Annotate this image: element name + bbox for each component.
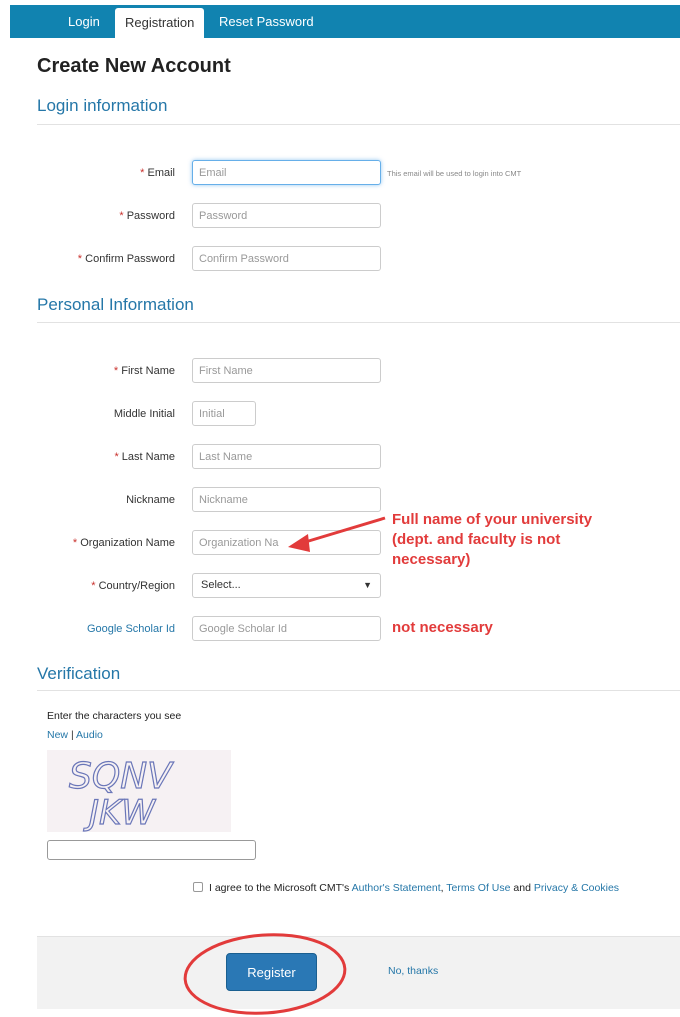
confirm-password-field[interactable] — [192, 246, 381, 271]
captcha-prompt: Enter the characters you see — [47, 710, 182, 722]
svg-text:SQNV: SQNV — [69, 756, 174, 797]
top-nav: Login Registration Reset Password — [10, 5, 680, 43]
annotation-scholar: not necessary — [392, 619, 493, 636]
tab-reset-password[interactable]: Reset Password — [219, 5, 314, 38]
section-divider — [37, 124, 680, 125]
annotation-arrow-icon — [288, 516, 386, 552]
email-label: * Email — [140, 167, 175, 179]
middle-initial-label: Middle Initial — [113, 408, 175, 420]
google-scholar-field[interactable] — [192, 616, 381, 641]
captcha-new-link[interactable]: New — [47, 729, 68, 741]
no-thanks-link[interactable]: No, thanks — [388, 965, 438, 977]
first-name-field[interactable] — [192, 358, 381, 383]
svg-text:JKW: JKW — [83, 793, 156, 832]
annotation-organization: Full name of your university (dept. and … — [392, 511, 593, 568]
google-scholar-label[interactable]: Google Scholar Id — [15, 623, 175, 635]
password-field[interactable] — [192, 203, 381, 228]
captcha-input[interactable] — [47, 840, 256, 860]
required-mark: * — [140, 167, 145, 179]
chevron-down-icon: ▼ — [363, 580, 372, 590]
terms-of-use-link[interactable]: Terms Of Use — [446, 882, 510, 894]
country-select-value: Select... — [201, 579, 241, 591]
organization-label: * Organization Name — [72, 537, 175, 549]
nickname-label: Nickname — [126, 494, 175, 506]
captcha-image: SQNV JKW — [47, 750, 231, 834]
privacy-cookies-link[interactable]: Privacy & Cookies — [534, 882, 619, 894]
annotation-circle-icon — [183, 933, 347, 1015]
last-name-field[interactable] — [192, 444, 381, 469]
agreement-row: I agree to the Microsoft CMT's Author's … — [193, 882, 619, 894]
section-divider — [37, 322, 680, 323]
middle-initial-field[interactable] — [192, 401, 256, 426]
country-select[interactable]: Select... ▼ — [192, 573, 381, 598]
captcha-audio-link[interactable]: Audio — [76, 729, 103, 741]
confirm-password-label: * Confirm Password — [77, 253, 175, 265]
section-title-personal: Personal Information — [37, 295, 194, 314]
agree-checkbox[interactable] — [193, 882, 203, 892]
section-title-login: Login information — [37, 96, 168, 115]
section-title-verification: Verification — [37, 664, 121, 683]
nickname-field[interactable] — [192, 487, 381, 512]
tab-login[interactable]: Login — [68, 5, 100, 38]
email-field[interactable] — [192, 160, 381, 185]
tab-registration[interactable]: Registration — [115, 8, 205, 43]
page-title: Create New Account — [37, 55, 231, 77]
email-hint: This email will be used to login into CM… — [387, 169, 522, 178]
authors-statement-link[interactable]: Author's Statement — [352, 882, 441, 894]
password-label: * Password — [119, 210, 175, 222]
footer-actions — [37, 936, 680, 1009]
country-label: * Country/Region — [91, 580, 175, 592]
section-divider — [37, 690, 680, 691]
last-name-label: * Last Name — [114, 451, 175, 463]
first-name-label: * First Name — [113, 365, 175, 377]
captcha-links: New | Audio — [47, 729, 103, 741]
